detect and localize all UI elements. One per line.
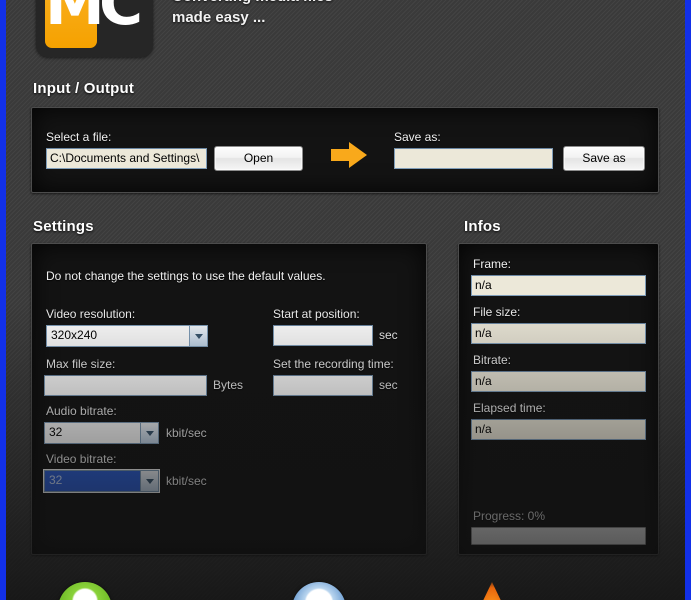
- app-window: M C Converting media files made easy ...…: [0, 0, 691, 600]
- settings-panel: Do not change the settings to use the de…: [31, 243, 427, 555]
- max-file-size-label: Max file size:: [46, 357, 116, 371]
- chevron-down-icon[interactable]: [140, 471, 158, 491]
- infos-panel: Frame: n/a File size: n/a Bitrate: n/a E…: [458, 243, 659, 555]
- elapsed-time-label: Elapsed time:: [473, 401, 546, 415]
- video-bitrate-label: Video bitrate:: [46, 452, 117, 466]
- tagline-line-2: made easy ...: [172, 9, 266, 26]
- start-position-label: Start at position:: [273, 307, 360, 321]
- file-size-label: File size:: [473, 305, 521, 319]
- tagline-line-1: Converting media files: [172, 0, 512, 7]
- save-as-button[interactable]: Save as: [563, 146, 645, 171]
- open-button[interactable]: Open: [214, 146, 303, 171]
- file-path-input[interactable]: C:\Documents and Settings\: [46, 148, 207, 169]
- select-file-label: Select a file:: [46, 130, 112, 144]
- progress-bar: [471, 527, 646, 545]
- progress-label: Progress: 0%: [473, 509, 546, 523]
- audio-bitrate-value: 32: [49, 425, 63, 439]
- frame-label: Frame:: [473, 257, 512, 271]
- logo-letter-m: M: [45, 0, 105, 48]
- audio-bitrate-label: Audio bitrate:: [46, 404, 117, 418]
- video-bitrate-select[interactable]: 32: [44, 470, 159, 492]
- video-resolution-value: 320x240: [51, 328, 98, 342]
- start-position-input[interactable]: [273, 325, 373, 346]
- video-resolution-select[interactable]: 320x240: [46, 325, 208, 347]
- save-as-input[interactable]: [394, 148, 553, 169]
- app-logo: M C: [36, 0, 153, 57]
- app-tagline: Converting media files made easy ...: [172, 0, 512, 28]
- video-bitrate-value: 32: [49, 473, 63, 487]
- audio-bitrate-select[interactable]: 32: [44, 422, 159, 444]
- video-resolution-label: Video resolution:: [46, 307, 136, 321]
- recording-time-input[interactable]: [273, 375, 373, 396]
- left-blue-edge: [0, 0, 6, 600]
- recording-time-label: Set the recording time:: [273, 357, 394, 371]
- frame-value: n/a: [471, 275, 646, 296]
- section-title-settings: Settings: [33, 218, 94, 235]
- app-header: M C Converting media files made easy ...: [0, 0, 691, 60]
- right-blue-edge: [685, 0, 691, 600]
- chevron-down-icon[interactable]: [189, 326, 207, 346]
- start-position-unit: sec: [379, 328, 398, 342]
- blue-circle-icon[interactable]: [292, 582, 346, 600]
- chevron-down-icon[interactable]: [140, 423, 158, 443]
- bottom-icon-row: [0, 566, 691, 600]
- elapsed-time-value: n/a: [471, 419, 646, 440]
- logo-letter-c: C: [98, 0, 144, 39]
- bitrate-label: Bitrate:: [473, 353, 512, 367]
- arrow-right-icon: [331, 142, 367, 168]
- video-bitrate-unit: kbit/sec: [166, 474, 207, 488]
- audio-bitrate-unit: kbit/sec: [166, 426, 207, 440]
- save-as-label: Save as:: [394, 130, 441, 144]
- file-size-value: n/a: [471, 323, 646, 344]
- max-file-size-unit: Bytes: [213, 378, 244, 392]
- orange-flame-icon[interactable]: [477, 582, 507, 600]
- section-title-input-output: Input / Output: [33, 80, 135, 97]
- section-title-infos: Infos: [464, 218, 501, 235]
- recording-time-unit: sec: [379, 378, 398, 392]
- max-file-size-input[interactable]: [44, 375, 207, 396]
- settings-hint: Do not change the settings to use the de…: [46, 269, 326, 283]
- bitrate-value: n/a: [471, 371, 646, 392]
- green-circle-icon[interactable]: [58, 582, 112, 600]
